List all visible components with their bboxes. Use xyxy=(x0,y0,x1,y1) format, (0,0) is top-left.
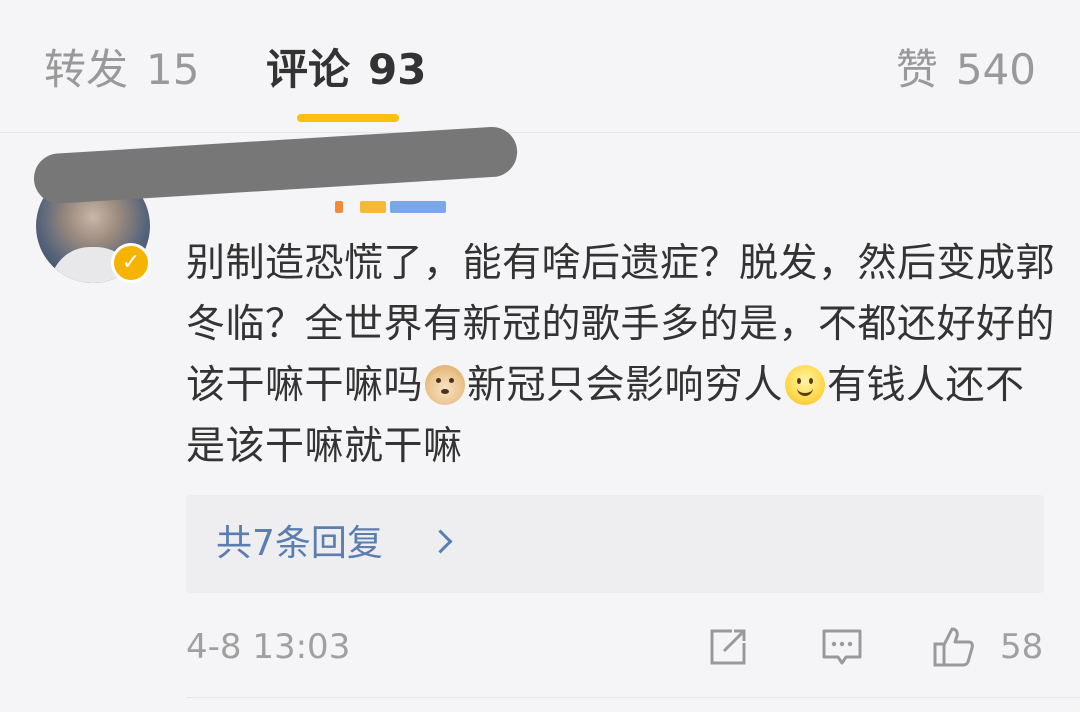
verified-badge-icon: ✓ xyxy=(111,243,151,283)
tab-like[interactable]: 赞 540 xyxy=(896,40,1036,100)
tab-repost-label: 转发 xyxy=(44,45,129,94)
thumbs-up-icon[interactable] xyxy=(932,625,976,669)
like-count: 58 xyxy=(1000,627,1044,667)
repost-icon[interactable] xyxy=(706,625,750,669)
comment-text-part2: 新冠只会影响穷人 xyxy=(467,363,784,408)
user-fan-badge-icon xyxy=(390,201,446,213)
tab-like-count: 540 xyxy=(955,45,1036,94)
tab-repost[interactable]: 转发 15 xyxy=(44,40,199,100)
doge-emoji-icon xyxy=(425,365,466,405)
comment-meta-row: 4-8 13:03 58 xyxy=(186,619,1046,675)
chevron-right-icon xyxy=(428,529,453,554)
tab-comment-count: 93 xyxy=(368,45,427,94)
view-replies-link[interactable]: 共7条回复 xyxy=(216,495,383,593)
smile-emoji-icon xyxy=(785,365,826,405)
replies-box[interactable]: 共7条回复 xyxy=(186,495,1044,593)
user-badge-icon xyxy=(335,201,343,213)
reply-icon[interactable] xyxy=(820,625,864,669)
username-redaction xyxy=(32,125,519,205)
active-tab-indicator xyxy=(297,114,399,122)
tab-comment[interactable]: 评论 93 xyxy=(266,40,426,100)
comment-timestamp: 4-8 13:03 xyxy=(186,627,351,667)
comment-text: 别制造恐慌了，能有啥后遗症？脱发，然后变成郭冬临？全世界有新冠的歌手多的是，不都… xyxy=(186,233,1056,477)
tab-comment-label: 评论 xyxy=(266,45,351,94)
tab-like-label: 赞 xyxy=(895,45,938,94)
tab-repost-count: 15 xyxy=(146,45,200,94)
tab-bar: 转发 15 评论 93 赞 540 xyxy=(0,0,1080,133)
user-level-badge-icon xyxy=(360,201,386,213)
divider xyxy=(186,697,1080,698)
comment-item: ✓ 别制造恐慌了，能有啥后遗症？脱发，然后变成郭冬临？全世界有新冠的歌手多的是，… xyxy=(0,125,1080,712)
